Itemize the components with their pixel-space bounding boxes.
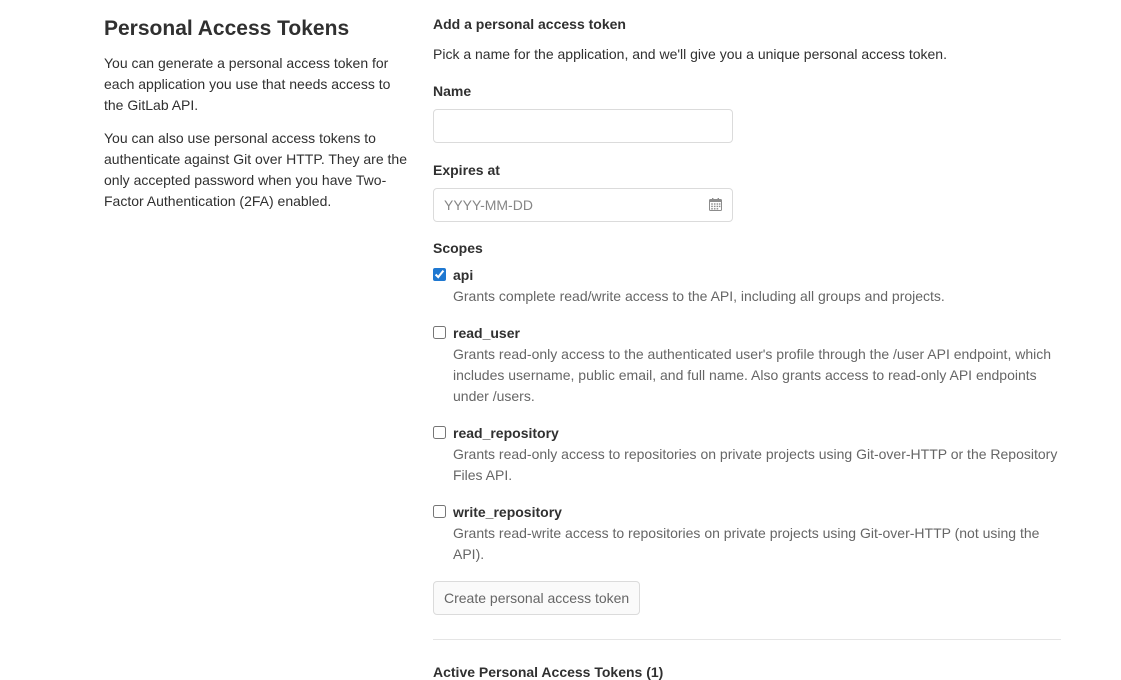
scope-api-checkbox[interactable]: [433, 268, 446, 281]
scope-api: api Grants complete read/write access to…: [433, 265, 1063, 307]
info-paragraph-git: You can also use personal access tokens …: [104, 130, 407, 209]
scope-write-repository-checkbox[interactable]: [433, 505, 446, 518]
form-intro: Pick a name for the application, and we'…: [433, 46, 947, 62]
expires-date-picker: [433, 188, 733, 222]
scope-read-repository-checkbox[interactable]: [433, 426, 446, 439]
token-form: Add a personal access token Pick a name …: [433, 14, 1063, 680]
section-divider: [433, 639, 1061, 640]
scope-read-user-checkbox[interactable]: [433, 326, 446, 339]
page-title: Personal Access Tokens: [104, 17, 350, 40]
scope-write-repository: write_repository Grants read-write acces…: [433, 502, 1063, 565]
form-heading: Add a personal access token: [433, 16, 626, 32]
personal-access-tokens-page: Personal Access Tokens You can generate …: [0, 0, 1121, 680]
name-label: Name: [433, 83, 472, 99]
active-tokens-heading: Active Personal Access Tokens (1): [433, 664, 664, 680]
scope-description: Grants complete read/write access to the…: [453, 288, 945, 304]
scope-name[interactable]: write_repository: [453, 504, 562, 520]
scopes-label: Scopes: [433, 240, 483, 256]
scope-name[interactable]: api: [453, 267, 473, 283]
token-name-input[interactable]: [433, 109, 733, 143]
expires-label: Expires at: [433, 162, 500, 178]
scope-description: Grants read-only access to the authentic…: [453, 346, 1052, 404]
scope-description: Grants read-write access to repositories…: [453, 525, 1040, 562]
scope-read-repository: read_repository Grants read-only access …: [433, 423, 1063, 486]
calendar-icon[interactable]: [709, 198, 722, 211]
scope-description: Grants read-only access to repositories …: [453, 446, 1058, 483]
expires-at-input[interactable]: [433, 188, 733, 222]
scope-name[interactable]: read_repository: [453, 425, 559, 441]
info-column: Personal Access Tokens You can generate …: [104, 16, 408, 224]
create-token-button[interactable]: Create personal access token: [433, 581, 641, 615]
info-paragraph-api: You can generate a personal access token…: [104, 55, 391, 113]
scope-name[interactable]: read_user: [453, 325, 520, 341]
scope-read-user: read_user Grants read-only access to the…: [433, 323, 1063, 407]
